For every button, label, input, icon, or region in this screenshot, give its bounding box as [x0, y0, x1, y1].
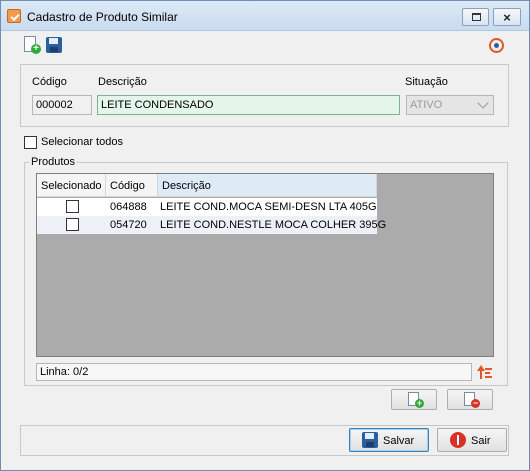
plus-icon: +	[31, 44, 41, 54]
sort-icon-stem	[480, 370, 482, 379]
close-button[interactable]: ×	[493, 8, 521, 26]
select-all-label: Selecionar todos	[41, 136, 123, 148]
column-header-description[interactable]: Descrição	[158, 174, 377, 197]
code-field[interactable]: 000002	[32, 95, 92, 115]
dialog-window: Cadastro de Produto Similar × + Código D…	[0, 0, 530, 471]
table-row[interactable]: 064888 LEITE COND.MOCA SEMI-DESN LTA 405…	[37, 198, 377, 216]
code-label: Código	[32, 76, 67, 88]
remove-row-button[interactable]: −	[447, 389, 493, 410]
exit-icon-wrap	[450, 432, 466, 448]
footer-panel	[20, 425, 509, 456]
save-button[interactable]: Salvar	[349, 428, 429, 452]
description-field[interactable]: LEITE CONDENSADO	[97, 95, 400, 115]
column-header-code[interactable]: Código	[106, 174, 158, 197]
save-icon	[46, 37, 62, 53]
select-all-checkbox[interactable]	[24, 136, 37, 149]
new-document-button[interactable]: +	[23, 36, 41, 54]
exit-button[interactable]: Sair	[437, 428, 507, 452]
row-description: LEITE COND.MOCA SEMI-DESN LTA 405G	[160, 201, 377, 213]
table-row[interactable]: 054720 LEITE COND.NESTLE MOCA COLHER 395…	[37, 216, 386, 234]
window-title: Cadastro de Produto Similar	[27, 10, 178, 24]
row-status-bar: Linha: 0/2	[36, 363, 472, 381]
add-row-button[interactable]: +	[391, 389, 437, 410]
app-icon	[7, 9, 21, 23]
toolbar-save-button[interactable]	[45, 36, 63, 54]
status-label: Situação	[405, 76, 448, 88]
close-icon: ×	[503, 10, 511, 25]
exit-button-label: Sair	[471, 435, 491, 447]
sort-icon-bars	[485, 368, 492, 378]
power-icon-dot	[494, 43, 499, 48]
save-icon-wrap	[362, 432, 378, 448]
sort-button[interactable]	[475, 363, 493, 381]
row-code: 064888	[110, 201, 147, 213]
power-button[interactable]	[488, 36, 506, 54]
row-checkbox[interactable]	[66, 218, 79, 231]
save-button-label: Salvar	[383, 435, 415, 447]
description-label: Descrição	[98, 76, 147, 88]
save-icon	[362, 432, 378, 448]
minus-icon: −	[471, 398, 480, 408]
plus-icon: +	[415, 398, 424, 408]
column-header-selected[interactable]: Selecionado	[37, 174, 106, 197]
restore-icon	[472, 13, 481, 21]
products-group-title: Produtos	[29, 156, 78, 168]
exit-icon	[450, 432, 466, 448]
row-checkbox[interactable]	[66, 200, 79, 213]
title-bar: Cadastro de Produto Similar ×	[1, 1, 529, 31]
row-description: LEITE COND.NESTLE MOCA COLHER 395G	[160, 219, 387, 231]
restore-button[interactable]	[462, 8, 489, 26]
row-code: 054720	[110, 219, 147, 231]
